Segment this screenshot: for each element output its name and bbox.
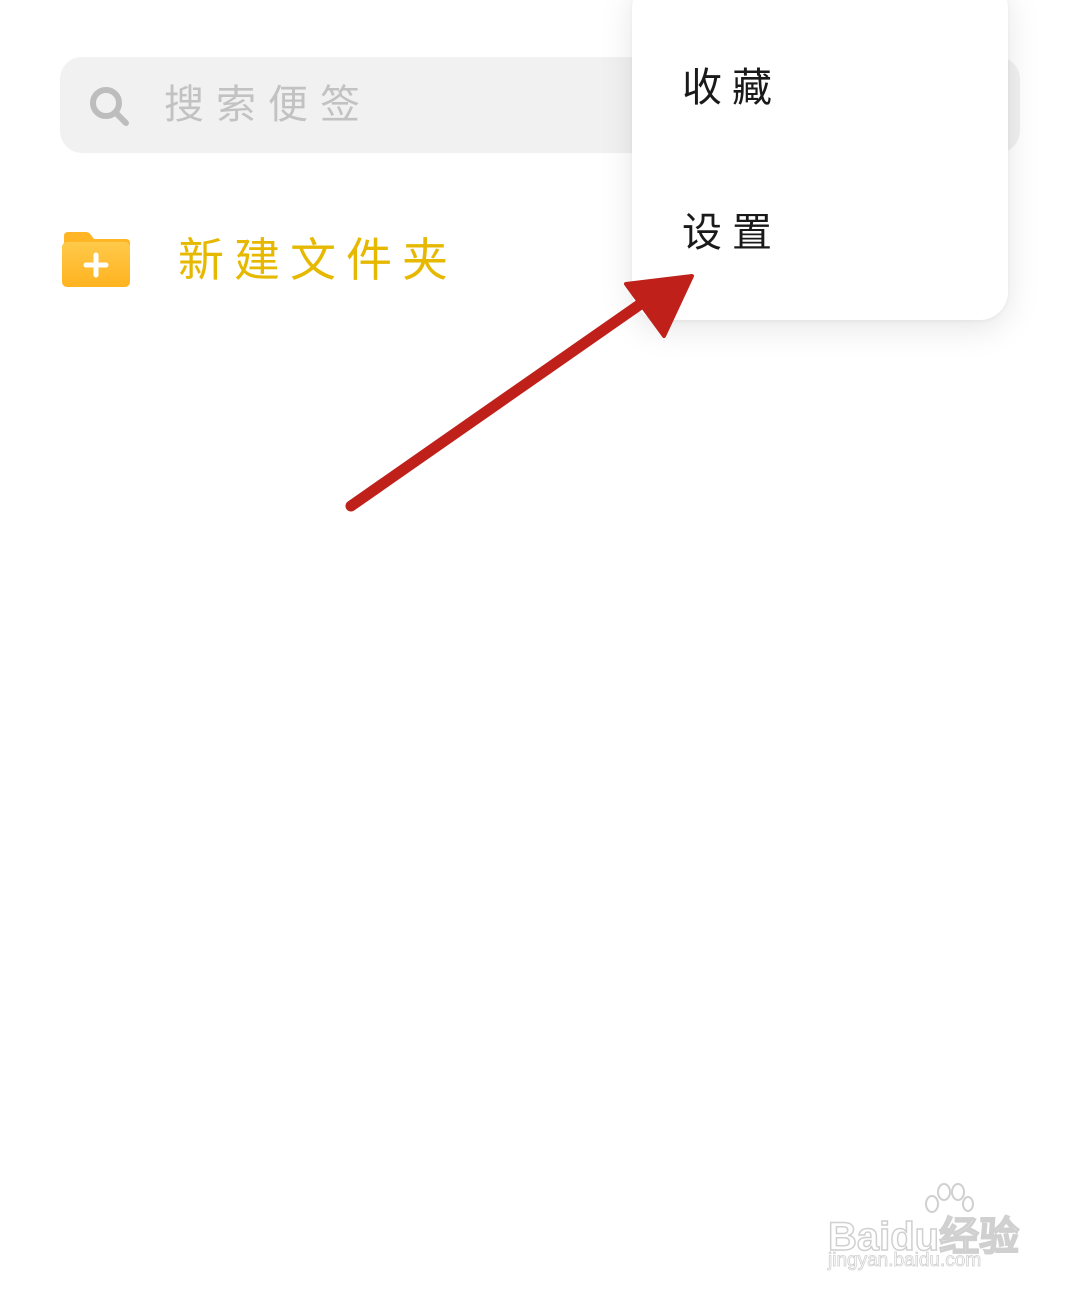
new-folder-label: 新建文件夹	[178, 233, 458, 287]
menu-item-favorites[interactable]: 收藏	[682, 62, 782, 114]
search-icon	[90, 87, 129, 126]
menu-item-settings[interactable]: 设置	[682, 207, 782, 259]
folder-plus-icon	[62, 232, 130, 287]
baidu-watermark: Baidu经验 jingyan.baidu.com	[827, 1182, 1028, 1282]
overflow-menu: 收藏 设置	[632, 0, 1008, 320]
new-folder-button[interactable]: 新建文件夹	[60, 228, 480, 298]
notes-page: 搜索便签 新建文件夹 收藏 设置 Baidu经验 jingyan.baidu.c…	[0, 0, 1080, 1300]
watermark-url: jingyan.baidu.com	[828, 1250, 982, 1272]
search-placeholder: 搜索便签	[164, 82, 372, 128]
